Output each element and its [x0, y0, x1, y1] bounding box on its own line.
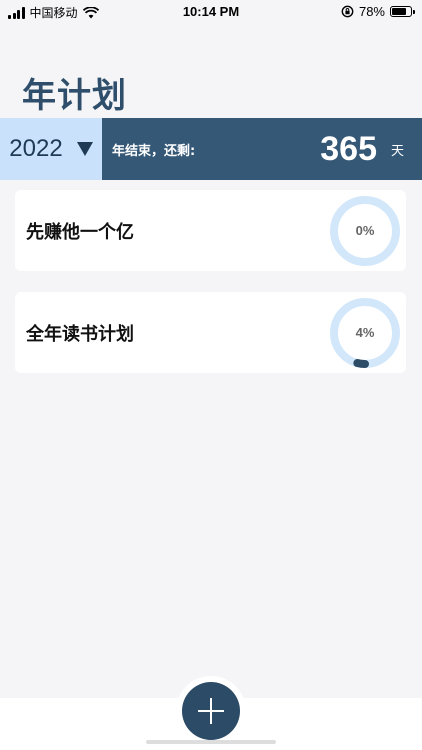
battery-level [392, 8, 407, 15]
progress-ring: 4% [330, 297, 400, 368]
remaining-days: 365 [320, 129, 377, 168]
year-selector[interactable]: 2022 [0, 118, 102, 180]
progress-ring: 0% [330, 195, 400, 266]
remaining-label: 年结束，还剩: [112, 143, 196, 159]
progress-percent: 4% [355, 325, 375, 340]
year-value: 2022 [9, 135, 63, 162]
plan-card[interactable]: 全年读书计划 4% [15, 292, 406, 373]
caret-down-icon [76, 142, 93, 156]
plan-card[interactable]: 先赚他一个亿 0% [15, 190, 406, 271]
home-indicator [146, 740, 276, 744]
days-remaining-panel: 年结束，还剩: 365 天 [102, 118, 422, 180]
progress-percent: 0% [355, 223, 375, 238]
year-banner: 2022 年结束，还剩: 365 天 [0, 118, 422, 180]
orientation-lock-icon [341, 5, 354, 18]
add-plan-button[interactable] [182, 682, 240, 740]
status-bar: 中国移动 10:14 PM 78% [0, 0, 422, 24]
status-right: 78% [341, 4, 415, 19]
plus-icon [198, 698, 224, 724]
battery-percent: 78% [358, 4, 385, 19]
page-title: 年计划 [22, 76, 127, 116]
plan-title: 先赚他一个亿 [26, 221, 134, 243]
remaining-unit: 天 [390, 143, 404, 159]
battery-icon [390, 6, 415, 17]
plan-title: 全年读书计划 [26, 323, 134, 345]
